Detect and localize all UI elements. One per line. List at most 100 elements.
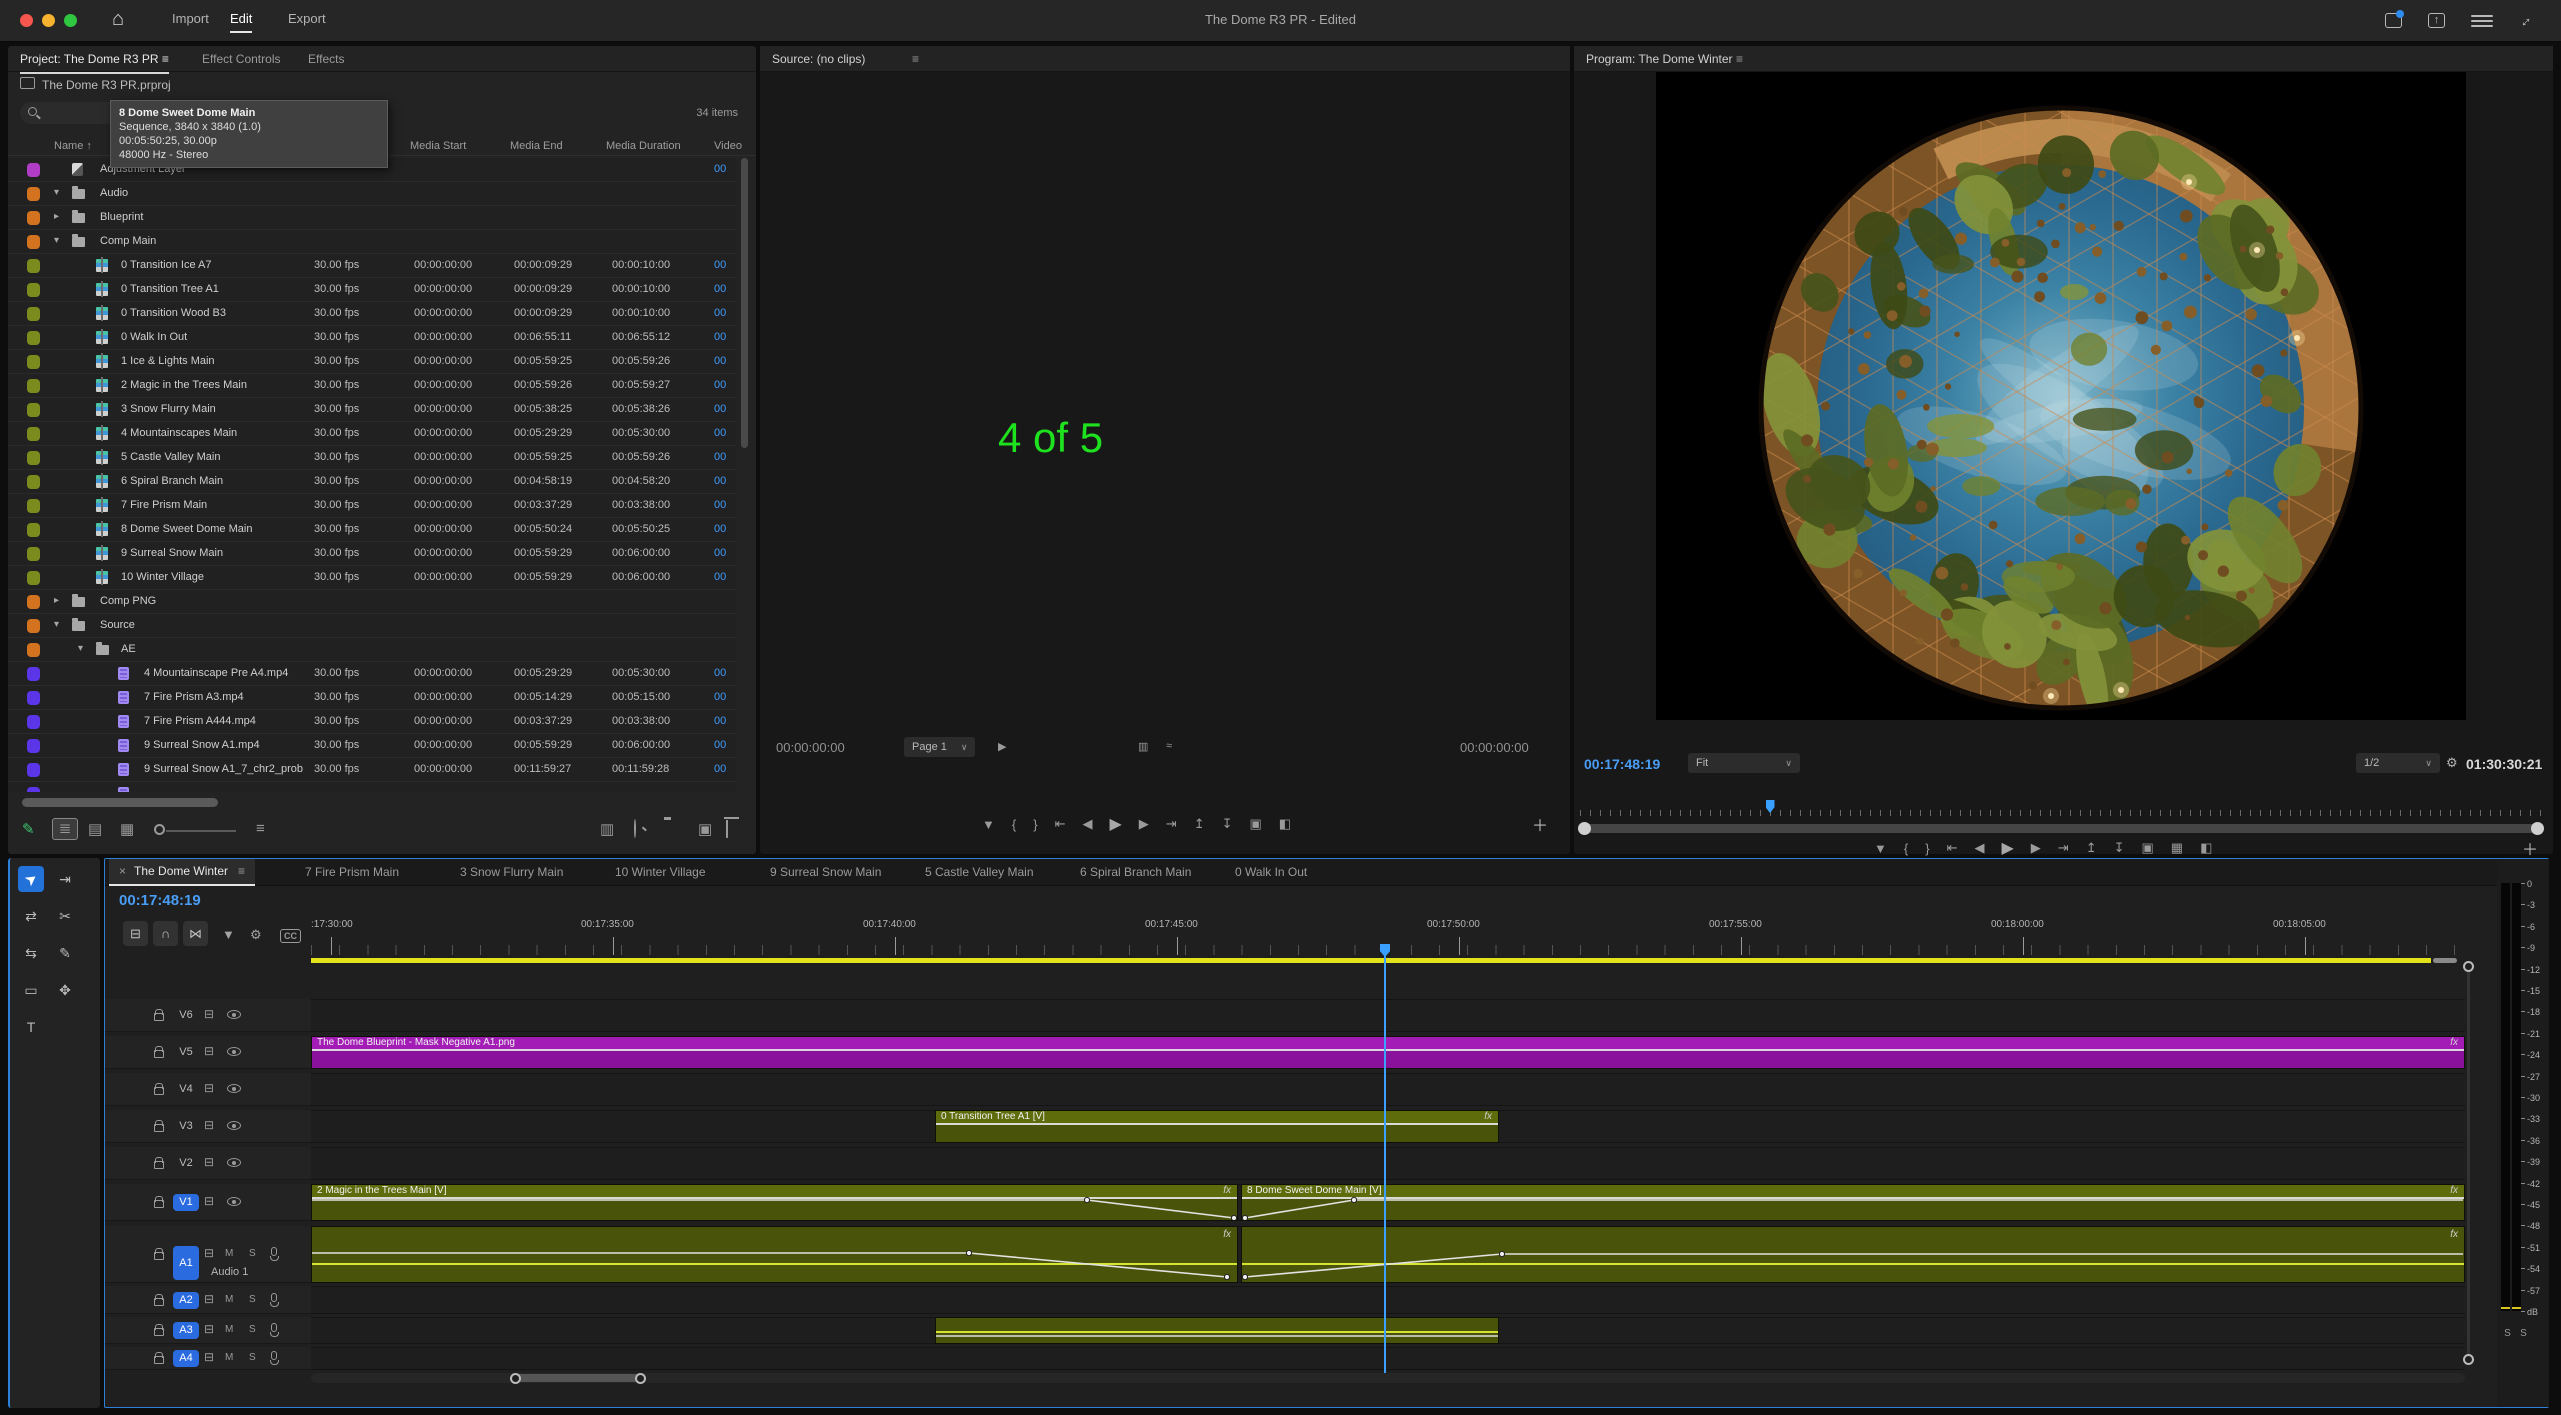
lock-icon[interactable] xyxy=(154,1161,164,1169)
project-row[interactable]: ▾Comp Main xyxy=(8,230,736,254)
go-to-out-button[interactable]: ⇥ xyxy=(2058,840,2069,856)
label-color-swatch[interactable] xyxy=(27,163,40,177)
timeline-vscrollbar[interactable] xyxy=(2467,963,2470,1363)
source-page-play-icon[interactable]: ▶ xyxy=(998,740,1006,753)
voiceover-mic-icon[interactable] xyxy=(271,1247,277,1256)
label-color-swatch[interactable] xyxy=(27,523,40,537)
mute-button[interactable]: M xyxy=(225,1324,233,1335)
track-output-eye-icon[interactable] xyxy=(227,1084,241,1093)
program-current-timecode[interactable]: 00:17:48:19 xyxy=(1584,756,1660,772)
project-row[interactable]: 10 Winter Village30.00 fps00:00:00:0000:… xyxy=(8,566,736,590)
mute-button[interactable]: M xyxy=(225,1248,233,1259)
label-color-swatch[interactable] xyxy=(27,715,40,729)
fx-badge[interactable]: fx xyxy=(2450,1037,2458,1048)
timeline-tab[interactable]: 6 Spiral Branch Main xyxy=(1080,865,1191,879)
item-name[interactable]: 0 Transition Wood B3 xyxy=(121,307,226,319)
track-lane-v6[interactable] xyxy=(311,999,2465,1032)
share-icon[interactable]: ↑ xyxy=(2428,13,2445,28)
solo-button[interactable]: S xyxy=(249,1248,256,1259)
project-row[interactable]: 9 Surreal Snow Main30.00 fps00:00:00:000… xyxy=(8,542,736,566)
meter-solo-button[interactable]: S xyxy=(2501,1327,2514,1340)
item-name[interactable]: Source xyxy=(100,619,135,631)
project-row[interactable]: 4 Mountainscape Pre A4.mp430.00 fps00:00… xyxy=(8,662,736,686)
column-header-name[interactable]: Name ↑ xyxy=(54,140,92,152)
zoom-slider-knob[interactable] xyxy=(154,824,165,835)
delete-icon[interactable] xyxy=(726,820,728,837)
new-item-icon[interactable]: ▣ xyxy=(698,820,712,838)
label-color-swatch[interactable] xyxy=(27,403,40,417)
sync-lock-icon[interactable]: ⊟ xyxy=(204,1322,214,1336)
lock-icon[interactable] xyxy=(154,1328,164,1336)
extract-button[interactable]: ↧ xyxy=(1222,816,1233,832)
export-frame-button[interactable]: ▣ xyxy=(2142,840,2154,856)
program-zoom-scrollbar[interactable] xyxy=(1580,824,2542,833)
item-name[interactable]: 10 Winter Village xyxy=(121,571,204,583)
razor-tool[interactable]: ✂ xyxy=(52,903,78,929)
fx-badge[interactable]: fx xyxy=(1484,1111,1492,1122)
label-color-swatch[interactable] xyxy=(27,691,40,705)
video-clip[interactable]: 2 Magic in the Trees Main [V]fx xyxy=(311,1184,1238,1221)
audio-clip[interactable] xyxy=(935,1317,1499,1344)
track-name[interactable]: Audio 1 xyxy=(211,1266,248,1278)
timeline-tab[interactable]: 0 Walk In Out xyxy=(1235,865,1307,879)
track-header-v5[interactable]: V5⊟ xyxy=(105,1036,311,1069)
step-forward-button[interactable]: ▶ xyxy=(1139,816,1149,832)
sync-lock-icon[interactable]: ⊟ xyxy=(204,1292,214,1306)
project-row[interactable]: 0 Transition Wood B330.00 fps00:00:00:00… xyxy=(8,302,736,326)
source-panel-menu-icon[interactable]: ≡ xyxy=(912,52,919,66)
program-proxy-dropdown[interactable]: 1/2∨ xyxy=(2356,753,2440,773)
expander-icon[interactable]: ▾ xyxy=(78,643,83,654)
project-row[interactable]: 0 Walk In Out30.00 fps00:00:00:0000:06:5… xyxy=(8,326,736,350)
rubber-band[interactable] xyxy=(936,1318,1499,1344)
sync-lock-icon[interactable]: ⊟ xyxy=(204,1194,214,1208)
project-row[interactable]: 6 Spiral Branch Main30.00 fps00:00:00:00… xyxy=(8,470,736,494)
project-row[interactable]: 4 Mountainscapes Main30.00 fps00:00:00:0… xyxy=(8,422,736,446)
project-row[interactable]: 8 Dome Sweet Dome Main30.00 fps00:00:00:… xyxy=(8,518,736,542)
label-color-swatch[interactable] xyxy=(27,379,40,393)
track-output-eye-icon[interactable] xyxy=(227,1121,241,1130)
label-color-swatch[interactable] xyxy=(27,307,40,321)
program-panel-menu-icon[interactable]: ≡ xyxy=(1736,52,1743,66)
item-name[interactable]: AE xyxy=(121,643,136,655)
label-color-swatch[interactable] xyxy=(27,331,40,345)
type-tool[interactable]: T xyxy=(18,1014,44,1040)
lock-icon[interactable] xyxy=(154,1124,164,1132)
track-select-forward-tool[interactable]: ⇥ xyxy=(52,866,78,892)
mark-out-button[interactable]: } xyxy=(1925,841,1929,856)
column-header-media-end[interactable]: Media End xyxy=(510,140,563,152)
step-back-button[interactable]: ◀ xyxy=(1974,840,1984,856)
fx-badge[interactable]: fx xyxy=(1223,1229,1231,1240)
fx-badge[interactable]: fx xyxy=(2450,1229,2458,1240)
expander-icon[interactable]: ▾ xyxy=(54,235,59,246)
lock-icon[interactable] xyxy=(154,1356,164,1364)
label-color-swatch[interactable] xyxy=(27,547,40,561)
track-header-v1[interactable]: V1⊟ xyxy=(105,1184,311,1221)
item-name[interactable]: 4 Mountainscapes Main xyxy=(121,427,237,439)
label-color-swatch[interactable] xyxy=(27,475,40,489)
label-color-swatch[interactable] xyxy=(27,595,40,609)
video-clip[interactable]: The Dome Blueprint - Mask Negative A1.pn… xyxy=(311,1036,2465,1069)
hzoom-handle-right[interactable] xyxy=(635,1373,646,1384)
writable-pencil-icon[interactable]: ✎ xyxy=(22,820,35,838)
item-name[interactable]: 7 Fire Prism A3.mp4 xyxy=(144,691,244,703)
program-playhead[interactable] xyxy=(1766,800,1775,813)
label-color-swatch[interactable] xyxy=(27,499,40,513)
track-header-a1[interactable]: A1⊟MSAudio 1 xyxy=(105,1226,311,1283)
mark-out-button[interactable]: } xyxy=(1033,817,1037,832)
work-area-end-cap[interactable] xyxy=(2433,958,2457,963)
lift-button[interactable]: ↥ xyxy=(2086,840,2097,856)
label-color-swatch[interactable] xyxy=(27,355,40,369)
mute-button[interactable]: M xyxy=(225,1352,233,1363)
sync-lock-icon[interactable]: ⊟ xyxy=(204,1007,214,1021)
item-name[interactable]: 0 Walk In Out xyxy=(121,331,187,343)
tab-effect-controls[interactable]: Effect Controls xyxy=(202,52,280,72)
zoom-handle-right[interactable] xyxy=(2531,822,2544,835)
label-color-swatch[interactable] xyxy=(27,619,40,633)
project-row[interactable]: 0 Transition Tree A130.00 fps00:00:00:00… xyxy=(8,278,736,302)
fx-badge[interactable]: fx xyxy=(2450,1185,2458,1196)
button-editor-plus-icon[interactable]: ＋ xyxy=(2522,836,2538,860)
audio-clip[interactable]: fx xyxy=(1241,1226,2465,1283)
mute-button[interactable]: M xyxy=(225,1294,233,1305)
track-badge-a1[interactable]: A1 xyxy=(173,1246,199,1280)
project-hscrollbar[interactable] xyxy=(22,798,218,807)
